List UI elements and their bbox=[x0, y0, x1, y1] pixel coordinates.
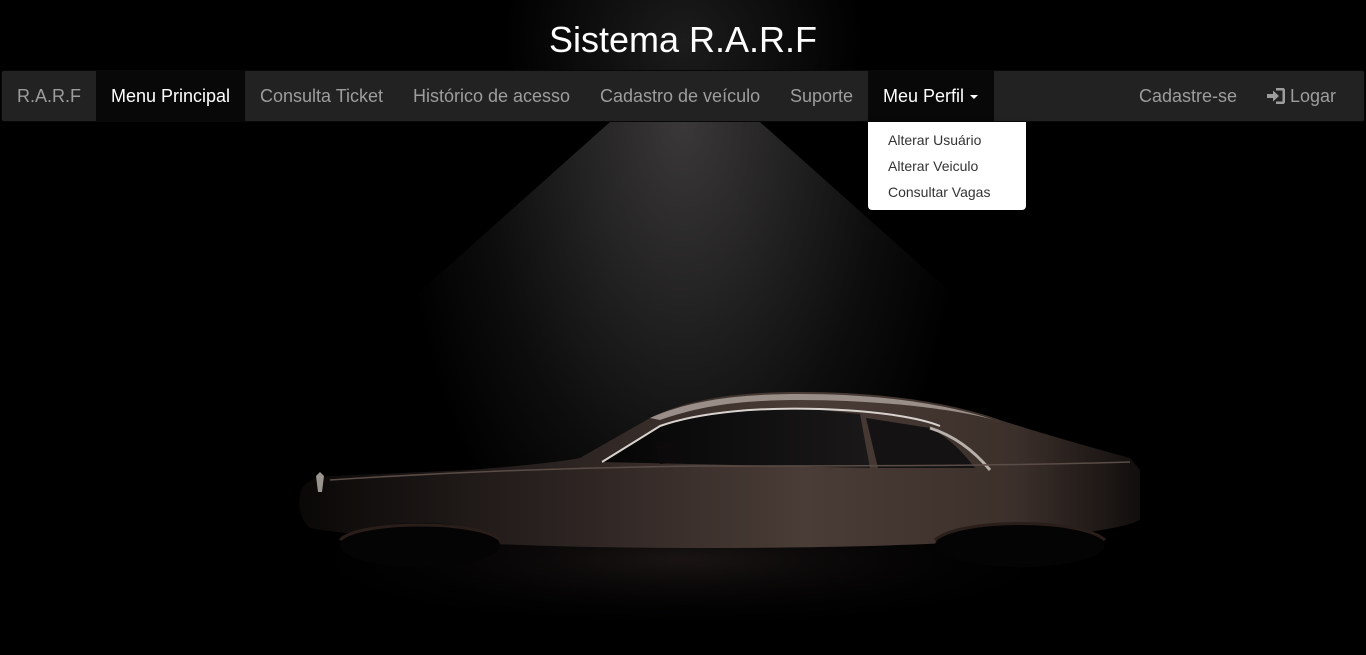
navbar-brand[interactable]: R.A.R.F bbox=[17, 71, 81, 121]
page: Sistema R.A.R.F R.A.R.F Menu Principal C… bbox=[0, 0, 1366, 655]
nav-item-consulta-ticket[interactable]: Consulta Ticket bbox=[260, 71, 383, 121]
nav-item-menu-principal[interactable]: Menu Principal bbox=[96, 71, 245, 121]
page-title: Sistema R.A.R.F bbox=[548, 19, 818, 60]
nav-item-meu-perfil[interactable]: Meu Perfil bbox=[868, 71, 994, 121]
nav-item-historico-acesso[interactable]: Histórico de acesso bbox=[413, 71, 570, 121]
login-link[interactable]: Logar bbox=[1266, 71, 1336, 121]
caret-down-icon bbox=[970, 95, 979, 100]
register-link[interactable]: Cadastre-se bbox=[1139, 71, 1237, 121]
nav-item-suporte[interactable]: Suporte bbox=[790, 71, 853, 121]
nav-item-cadastro-veiculo[interactable]: Cadastro de veículo bbox=[600, 71, 760, 121]
dropdown-item-alterar-usuario[interactable]: Alterar Usuário bbox=[888, 130, 981, 150]
dropdown-item-alterar-veiculo[interactable]: Alterar Veiculo bbox=[888, 156, 978, 176]
log-in-icon bbox=[1267, 87, 1285, 104]
nav-item-meu-perfil-label: Meu Perfil bbox=[883, 86, 965, 106]
login-label: Logar bbox=[1290, 86, 1337, 106]
profile-dropdown-menu: Alterar Usuário Alterar Veiculo Consulta… bbox=[868, 122, 1026, 210]
dropdown-item-consultar-vagas[interactable]: Consultar Vagas bbox=[888, 182, 990, 202]
navbar: R.A.R.F Menu Principal Consulta Ticket H… bbox=[1, 70, 1365, 122]
